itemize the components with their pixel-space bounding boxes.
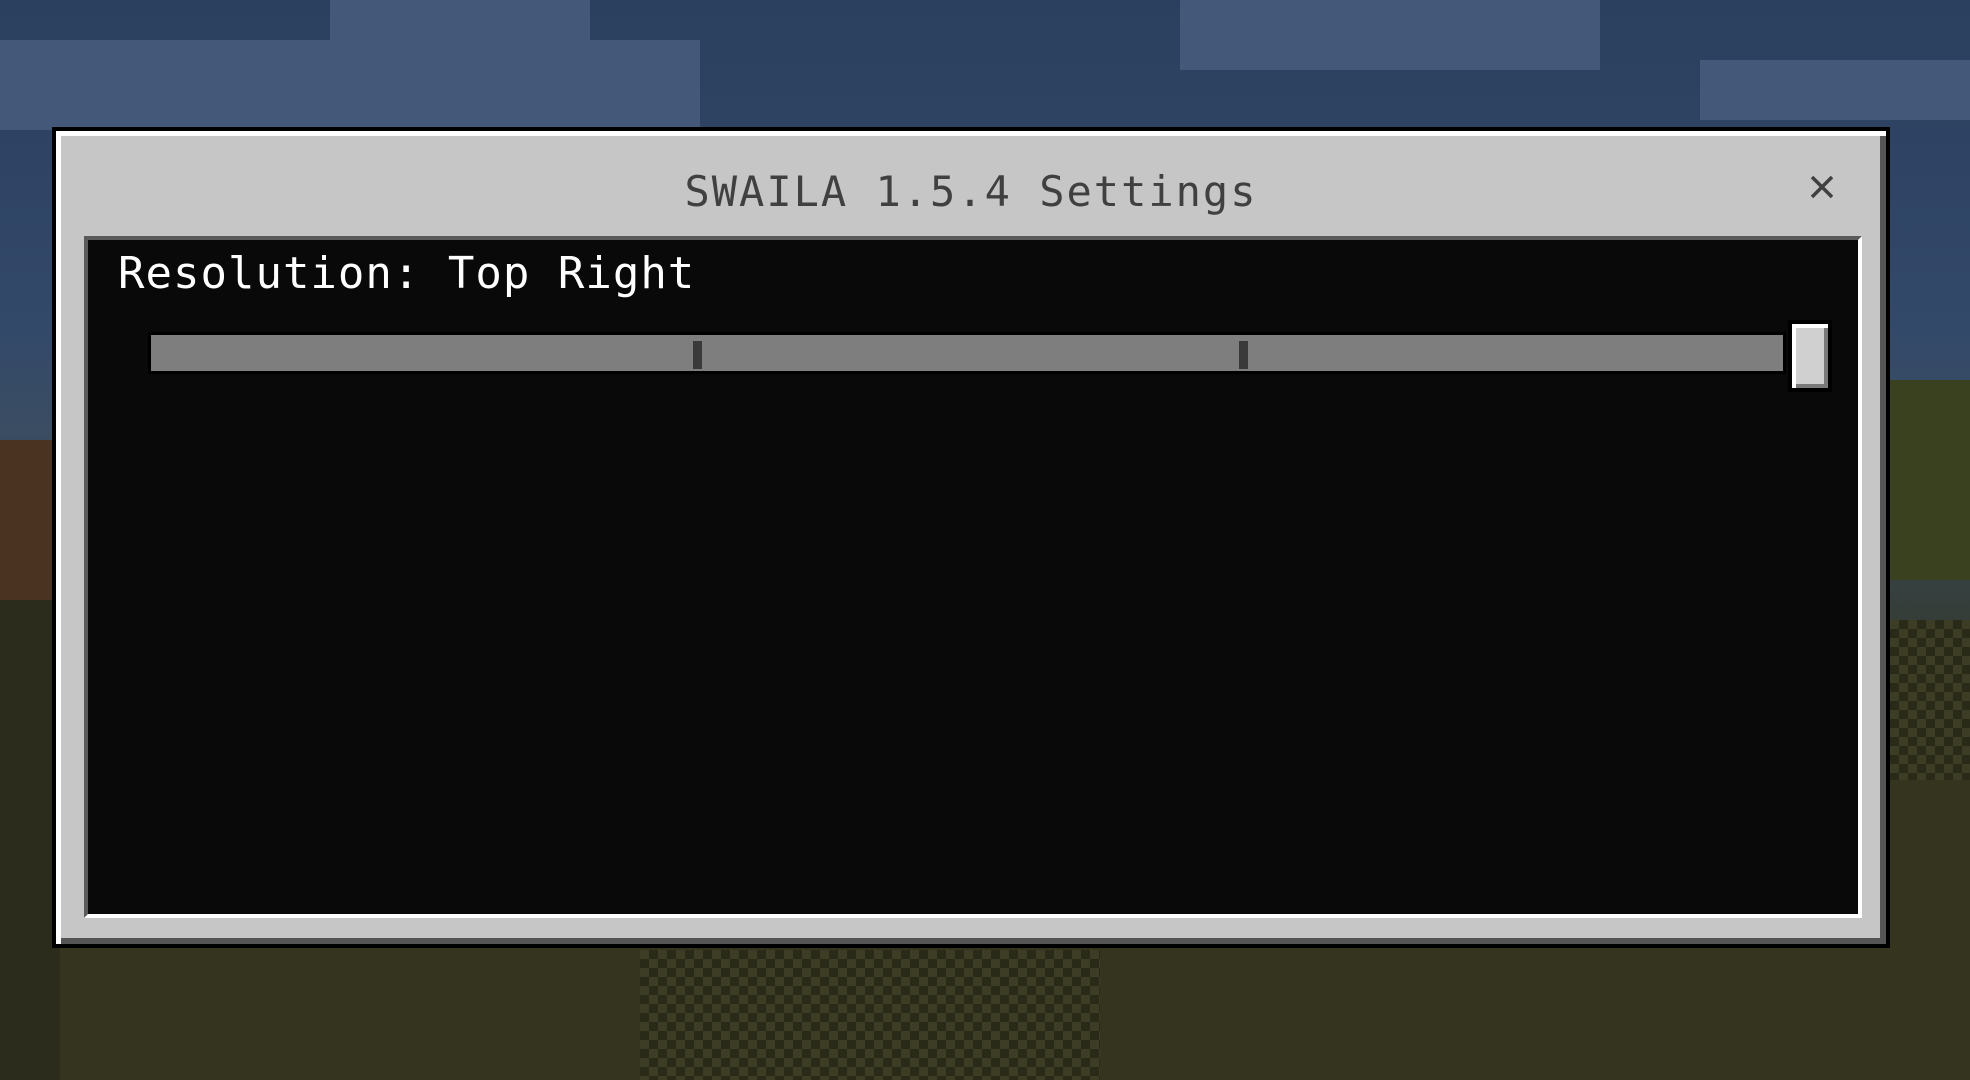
settings-content-panel: Resolution: Top Right (84, 236, 1862, 918)
cloud (1180, 0, 1600, 70)
slider-thumb[interactable] (1788, 320, 1832, 392)
resolution-slider[interactable] (148, 320, 1832, 392)
resolution-setting-label: Resolution: Top Right (118, 248, 696, 299)
bush (1890, 620, 1970, 780)
tree-trunk (0, 440, 52, 600)
tree-leaves (1890, 380, 1970, 580)
slider-step-tick (693, 341, 702, 369)
slider-track[interactable] (148, 332, 1786, 374)
cloud (330, 0, 590, 60)
slider-step-tick (1239, 341, 1248, 369)
bush (640, 950, 1100, 1080)
ground-shadow (0, 560, 60, 1080)
settings-dialog: SWAILA 1.5.4 Settings Resolution: Top Ri… (52, 127, 1890, 948)
cloud (1700, 60, 1970, 120)
dialog-title: SWAILA 1.5.4 Settings (684, 167, 1258, 216)
close-button[interactable] (1802, 167, 1842, 207)
close-icon (1810, 175, 1834, 199)
